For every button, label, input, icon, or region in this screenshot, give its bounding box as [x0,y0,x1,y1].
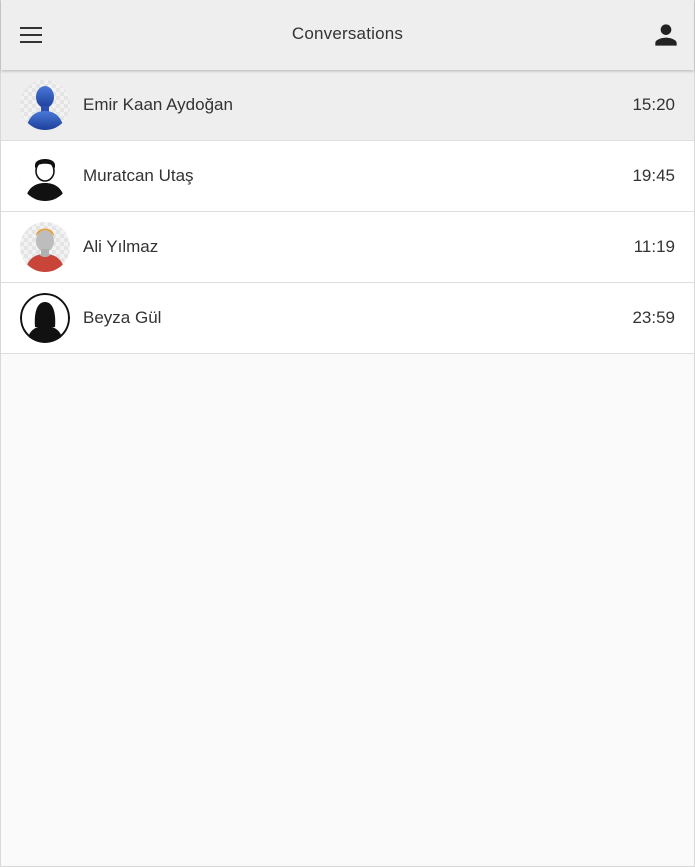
conversation-row[interactable]: Beyza Gül 23:59 [1,283,694,354]
contact-name: Muratcan Utaş [83,166,194,185]
conversation-row[interactable]: Emir Kaan Aydoğan 15:20 [1,70,694,141]
avatar [20,222,70,272]
man-black-avatar-icon [20,151,70,201]
contact-name: Ali Yılmaz [83,237,159,256]
message-time: 11:19 [633,237,675,256]
app-window: Conversations Emir Kaan Aydoğan 15:20 Mu… [0,0,695,867]
avatar [20,293,70,343]
person-icon-glyph [655,24,677,46]
grey-man-red-shirt-avatar-icon [25,228,65,272]
contact-name: Emir Kaan Aydoğan [83,95,233,114]
woman-silhouette-avatar-icon [20,293,70,343]
message-time: 15:20 [632,95,675,114]
conversation-row[interactable]: Ali Yılmaz 11:19 [1,212,694,283]
message-time: 23:59 [632,308,675,327]
avatar [20,151,70,201]
blue-man-avatar-icon [26,86,64,130]
message-time: 19:45 [632,166,675,185]
avatar [20,80,70,130]
conversation-list: Emir Kaan Aydoğan 15:20 Muratcan Utaş 19… [1,70,694,354]
conversation-row[interactable]: Muratcan Utaş 19:45 [1,141,694,212]
person-icon[interactable] [650,19,682,51]
page-title: Conversations [291,24,404,43]
contact-name: Beyza Gül [83,308,162,327]
app-bar: Conversations [1,0,694,70]
